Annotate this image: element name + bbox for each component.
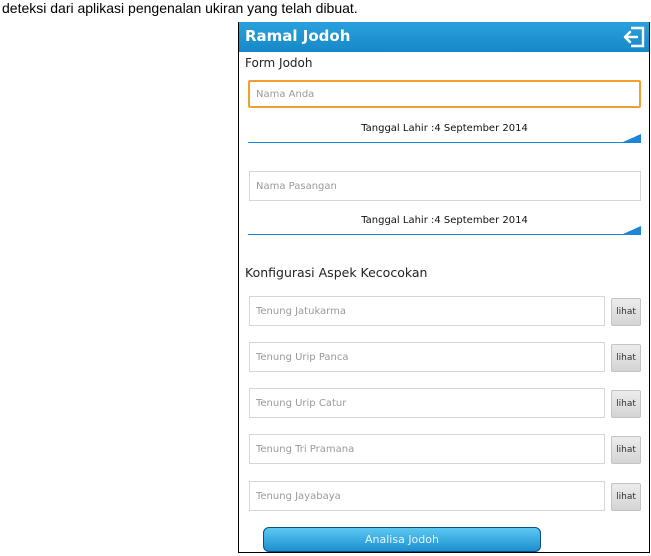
date-underline <box>248 142 641 143</box>
lihat-button-urip-catur[interactable]: lihat <box>611 390 641 418</box>
config-heading: Konfigurasi Aspek Kecocokan <box>245 265 428 280</box>
date-underline <box>248 234 641 235</box>
aspect-row-jayabaya: lihat <box>249 481 641 511</box>
birth-date-text-partner: Tanggal Lahir :4 September 2014 <box>361 215 528 226</box>
dropdown-corner-icon <box>623 226 641 234</box>
aspect-input-jatukarma[interactable] <box>249 296 605 326</box>
app-window: Ramal Jodoh Form Jodoh Tanggal Lahir :4 … <box>238 22 650 553</box>
partner-name-input[interactable] <box>249 171 641 201</box>
birth-date-picker-self[interactable]: Tanggal Lahir :4 September 2014 <box>248 121 641 143</box>
aspect-input-urip-catur[interactable] <box>249 388 605 418</box>
aspect-input-urip-panca[interactable] <box>249 342 605 372</box>
form-heading: Form Jodoh <box>245 56 313 70</box>
document-caption: deteksi dari aplikasi pengenalan ukiran … <box>2 0 358 16</box>
lihat-button-tri-pramana[interactable]: lihat <box>611 436 641 464</box>
aspect-input-jayabaya[interactable] <box>249 481 605 511</box>
lihat-button-urip-panca[interactable]: lihat <box>611 344 641 372</box>
birth-date-text-self: Tanggal Lahir :4 September 2014 <box>361 123 528 134</box>
name-input[interactable] <box>248 80 641 108</box>
aspect-row-jatukarma: lihat <box>249 296 641 326</box>
birth-date-picker-partner[interactable]: Tanggal Lahir :4 September 2014 <box>248 213 641 235</box>
title-bar: Ramal Jodoh <box>239 22 649 52</box>
lihat-button-jayabaya[interactable]: lihat <box>611 483 641 511</box>
exit-button[interactable] <box>619 22 649 52</box>
exit-arrow-icon <box>623 26 645 48</box>
aspect-row-urip-panca: lihat <box>249 342 641 372</box>
aspect-row-tri-pramana: lihat <box>249 434 641 464</box>
app-title: Ramal Jodoh <box>245 27 351 45</box>
lihat-button-jatukarma[interactable]: lihat <box>611 298 641 326</box>
aspect-input-tri-pramana[interactable] <box>249 434 605 464</box>
aspect-row-urip-catur: lihat <box>249 388 641 418</box>
dropdown-corner-icon <box>623 134 641 142</box>
analyze-button[interactable]: Analisa Jodoh <box>263 527 541 552</box>
